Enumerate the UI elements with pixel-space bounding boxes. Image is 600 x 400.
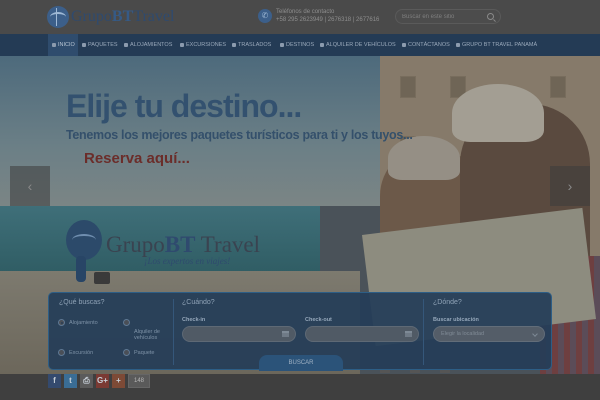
checkout-field[interactable]	[305, 326, 419, 342]
plane-icon	[180, 42, 184, 47]
building-window	[550, 76, 566, 98]
slide-dot[interactable]	[380, 370, 390, 373]
checkin-label: Check-in	[182, 317, 206, 323]
phone-icon: ✆	[258, 9, 272, 23]
man-hat	[452, 84, 544, 142]
flag-icon	[456, 42, 460, 47]
prev-slide-button[interactable]: ‹	[10, 166, 50, 206]
key-icon	[320, 42, 324, 47]
nav-item-alquiler[interactable]: ALQUILER DE VEHÍCULOS	[320, 34, 396, 56]
search-icon[interactable]	[487, 13, 494, 20]
car-icon	[232, 42, 236, 47]
woman-hat	[388, 136, 460, 180]
radio-label-excursion: Excursión	[69, 350, 94, 356]
radio-alquiler[interactable]	[123, 319, 130, 326]
nav-item-traslados[interactable]: TRASLADOS	[232, 34, 271, 56]
google-plus-icon[interactable]: G+	[96, 374, 109, 388]
radio-excursion[interactable]	[58, 349, 65, 356]
chevron-down-icon	[532, 331, 538, 337]
nav-item-panama[interactable]: GRUPO BT TRAVEL PANAMÁ	[456, 34, 537, 56]
radio-alojamiento[interactable]	[58, 319, 65, 326]
where-label: ¿Dónde?	[433, 299, 462, 306]
pin-icon	[280, 42, 284, 47]
location-label: Buscar ubicación	[433, 317, 479, 323]
booking-search-form: ¿Qué buscas? ¿Cuándo? ¿Dónde? Alojamient…	[48, 292, 552, 371]
mail-icon	[402, 42, 406, 47]
more-share-icon[interactable]: +	[112, 374, 125, 388]
slide-dot[interactable]	[440, 370, 450, 373]
search-submit-button[interactable]: BUSCAR	[259, 355, 343, 371]
location-select[interactable]: Elegir la localidad	[433, 326, 545, 342]
search-input[interactable]	[402, 12, 482, 22]
package-icon	[82, 42, 86, 47]
print-icon[interactable]: ⎙	[80, 374, 93, 388]
luggage-icon	[94, 272, 110, 284]
nav-item-excursiones[interactable]: EXCURSIONES	[180, 34, 226, 56]
calendar-icon	[282, 331, 289, 337]
calendar-icon	[405, 331, 412, 337]
brand-logo: GrupoBT Travel ¡Los expertos en viajes!	[66, 216, 266, 286]
divider	[423, 299, 424, 365]
radio-label-paquete: Paquete	[134, 350, 155, 356]
twitter-icon[interactable]: t	[64, 374, 77, 388]
location-select-value: Elegir la localidad	[441, 331, 485, 337]
share-count: 148	[128, 374, 150, 388]
brand-globe-icon	[66, 220, 102, 260]
nav-item-alojamientos[interactable]: ALOJAMIENTOS	[124, 34, 172, 56]
site-logo[interactable]: GrupoBTTravel	[47, 6, 174, 28]
nav-item-inicio[interactable]: INICIO	[48, 34, 78, 56]
radio-label-alojamiento: Alojamiento	[69, 320, 98, 326]
phone-numbers: +58 295 2623949 | 2676318 | 2677616	[276, 17, 380, 23]
globe-icon	[47, 6, 69, 28]
when-label: ¿Cuándo?	[182, 299, 215, 306]
logo-text: GrupoBTTravel	[71, 8, 175, 25]
slide-dot[interactable]	[410, 370, 420, 373]
brand-name: GrupoBT Travel	[106, 232, 261, 257]
brand-tagline: ¡Los expertos en viajes!	[144, 256, 231, 266]
radio-paquete[interactable]	[123, 349, 130, 356]
main-nav: INICIO PAQUETES ALOJAMIENTOS EXCURSIONES…	[0, 34, 600, 56]
hero-cta-link[interactable]: Reserva aquí...	[84, 150, 190, 167]
nav-item-destinos[interactable]: DESTINOS	[280, 34, 314, 56]
nav-item-contactanos[interactable]: CONTÁCTANOS	[402, 34, 450, 56]
what-label: ¿Qué buscas?	[59, 299, 105, 306]
radio-label-alquiler: Alquiler de vehículos	[134, 329, 160, 341]
phone-label: Teléfonos de contacto	[276, 9, 335, 15]
next-slide-button[interactable]: ›	[550, 166, 590, 206]
nav-item-paquetes[interactable]: PAQUETES	[82, 34, 118, 56]
divider	[173, 299, 174, 365]
bed-icon	[124, 42, 128, 47]
header: GrupoBTTravel ✆ Teléfonos de contacto +5…	[0, 0, 600, 34]
home-icon	[52, 42, 56, 47]
checkout-label: Check-out	[305, 317, 332, 323]
checkin-field[interactable]	[182, 326, 296, 342]
hero-subtitle: Tenemos los mejores paquetes turísticos …	[66, 128, 413, 142]
slide-indicators	[380, 370, 460, 374]
building-window	[400, 76, 416, 98]
search-box	[395, 9, 501, 24]
brand-figure-icon	[76, 256, 86, 282]
facebook-icon[interactable]: f	[48, 374, 61, 388]
hero-title: Elije tu destino...	[66, 88, 302, 124]
